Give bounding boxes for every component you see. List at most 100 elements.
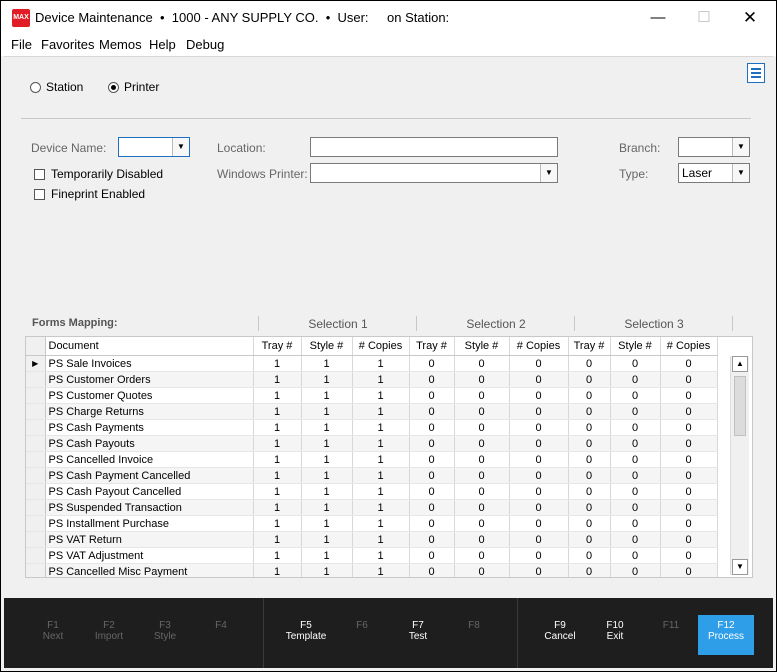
value-cell[interactable]: 1 [301, 355, 353, 372]
value-cell[interactable]: 1 [253, 371, 302, 388]
value-cell[interactable]: 1 [253, 419, 302, 436]
value-cell[interactable]: 0 [509, 403, 569, 420]
fkey-f10-exit-button[interactable]: F10 Exit [590, 620, 640, 642]
value-cell[interactable]: 0 [610, 419, 661, 436]
column-header-style-3[interactable]: Style # [610, 337, 661, 356]
table-row[interactable]: PS Cancelled Invoice 1 1 1 0 0 0 0 0 0 [26, 451, 718, 468]
table-row[interactable]: PS Cancelled Misc Payment 1 1 1 0 0 0 0 0 0 [26, 563, 718, 577]
value-cell[interactable]: 0 [610, 403, 661, 420]
value-cell[interactable]: 0 [660, 515, 718, 532]
value-cell[interactable]: 0 [409, 467, 455, 484]
fkey-f5-template-button[interactable]: F5 Template [281, 620, 331, 642]
menu-debug[interactable]: Debug [186, 37, 224, 52]
value-cell[interactable]: 0 [509, 371, 569, 388]
column-header-style-2[interactable]: Style # [454, 337, 510, 356]
column-header-tray-1[interactable]: Tray # [253, 337, 302, 356]
value-cell[interactable]: 0 [568, 371, 611, 388]
value-cell[interactable]: 0 [509, 435, 569, 452]
value-cell[interactable]: 0 [409, 451, 455, 468]
value-cell[interactable]: 1 [301, 531, 353, 548]
value-cell[interactable]: 1 [352, 531, 410, 548]
value-cell[interactable]: 0 [454, 499, 510, 516]
row-header[interactable] [26, 435, 46, 452]
value-cell[interactable]: 0 [660, 467, 718, 484]
location-input[interactable] [310, 137, 558, 157]
value-cell[interactable]: 1 [352, 403, 410, 420]
value-cell[interactable]: 0 [454, 371, 510, 388]
value-cell[interactable]: 0 [409, 355, 455, 372]
value-cell[interactable]: 0 [509, 499, 569, 516]
value-cell[interactable]: 0 [610, 467, 661, 484]
value-cell[interactable]: 1 [253, 435, 302, 452]
table-row[interactable]: PS VAT Adjustment 1 1 1 0 0 0 0 0 0 [26, 547, 718, 564]
value-cell[interactable]: 0 [568, 355, 611, 372]
row-header[interactable] [26, 387, 46, 404]
document-cell[interactable]: PS Suspended Transaction [45, 499, 254, 516]
value-cell[interactable]: 1 [352, 547, 410, 564]
value-cell[interactable]: 0 [509, 451, 569, 468]
printer-radio[interactable]: Printer [108, 80, 159, 94]
value-cell[interactable]: 0 [568, 515, 611, 532]
menu-favorites[interactable]: Favorites [41, 37, 94, 52]
value-cell[interactable]: 0 [509, 563, 569, 577]
value-cell[interactable]: 0 [610, 547, 661, 564]
temporarily-disabled-checkbox[interactable]: Temporarily Disabled [34, 167, 163, 181]
value-cell[interactable]: 0 [454, 419, 510, 436]
value-cell[interactable]: 0 [568, 435, 611, 452]
document-cell[interactable]: PS Cash Payout Cancelled [45, 483, 254, 500]
value-cell[interactable]: 0 [610, 563, 661, 577]
value-cell[interactable]: 0 [509, 515, 569, 532]
value-cell[interactable]: 0 [568, 547, 611, 564]
value-cell[interactable]: 0 [568, 531, 611, 548]
table-row[interactable]: PS VAT Return 1 1 1 0 0 0 0 0 0 [26, 531, 718, 548]
value-cell[interactable]: 1 [253, 451, 302, 468]
value-cell[interactable]: 1 [253, 467, 302, 484]
value-cell[interactable]: 0 [454, 515, 510, 532]
value-cell[interactable]: 0 [409, 387, 455, 404]
value-cell[interactable]: 1 [352, 563, 410, 577]
minimize-button[interactable]: — [635, 1, 681, 34]
value-cell[interactable]: 1 [352, 371, 410, 388]
value-cell[interactable]: 0 [454, 451, 510, 468]
chevron-down-icon[interactable]: ▼ [540, 164, 557, 182]
menu-file[interactable]: File [11, 37, 32, 52]
column-header-tray-2[interactable]: Tray # [409, 337, 455, 356]
value-cell[interactable]: 0 [454, 483, 510, 500]
scroll-thumb[interactable] [734, 376, 746, 436]
chevron-down-icon[interactable]: ▼ [732, 138, 749, 156]
menu-help[interactable]: Help [149, 37, 176, 52]
row-header[interactable] [26, 563, 46, 577]
value-cell[interactable]: 1 [352, 355, 410, 372]
type-combo[interactable]: Laser ▼ [678, 163, 750, 183]
row-header[interactable] [26, 483, 46, 500]
value-cell[interactable]: 0 [568, 483, 611, 500]
row-header[interactable] [26, 371, 46, 388]
value-cell[interactable]: 0 [409, 515, 455, 532]
value-cell[interactable]: 1 [352, 483, 410, 500]
value-cell[interactable]: 1 [253, 515, 302, 532]
column-header-copies-3[interactable]: # Copies [660, 337, 718, 356]
value-cell[interactable]: 0 [660, 499, 718, 516]
document-cell[interactable]: PS VAT Adjustment [45, 547, 254, 564]
value-cell[interactable]: 1 [301, 419, 353, 436]
value-cell[interactable]: 1 [253, 531, 302, 548]
value-cell[interactable]: 0 [610, 515, 661, 532]
value-cell[interactable]: 1 [301, 563, 353, 577]
row-header[interactable] [26, 403, 46, 420]
fineprint-enabled-box[interactable] [34, 188, 45, 200]
value-cell[interactable]: 0 [509, 387, 569, 404]
value-cell[interactable]: 1 [352, 419, 410, 436]
value-cell[interactable]: 1 [352, 435, 410, 452]
value-cell[interactable]: 0 [509, 419, 569, 436]
value-cell[interactable]: 0 [509, 547, 569, 564]
windows-printer-combo[interactable]: ▼ [310, 163, 558, 183]
value-cell[interactable]: 1 [352, 499, 410, 516]
value-cell[interactable]: 0 [610, 483, 661, 500]
table-row[interactable]: PS Customer Quotes 1 1 1 0 0 0 0 0 0 [26, 387, 718, 404]
value-cell[interactable]: 1 [352, 451, 410, 468]
value-cell[interactable]: 1 [301, 467, 353, 484]
value-cell[interactable]: 0 [409, 563, 455, 577]
scroll-up-icon[interactable]: ▲ [732, 356, 748, 372]
printer-radio-circle[interactable] [108, 81, 119, 93]
value-cell[interactable]: 1 [301, 547, 353, 564]
